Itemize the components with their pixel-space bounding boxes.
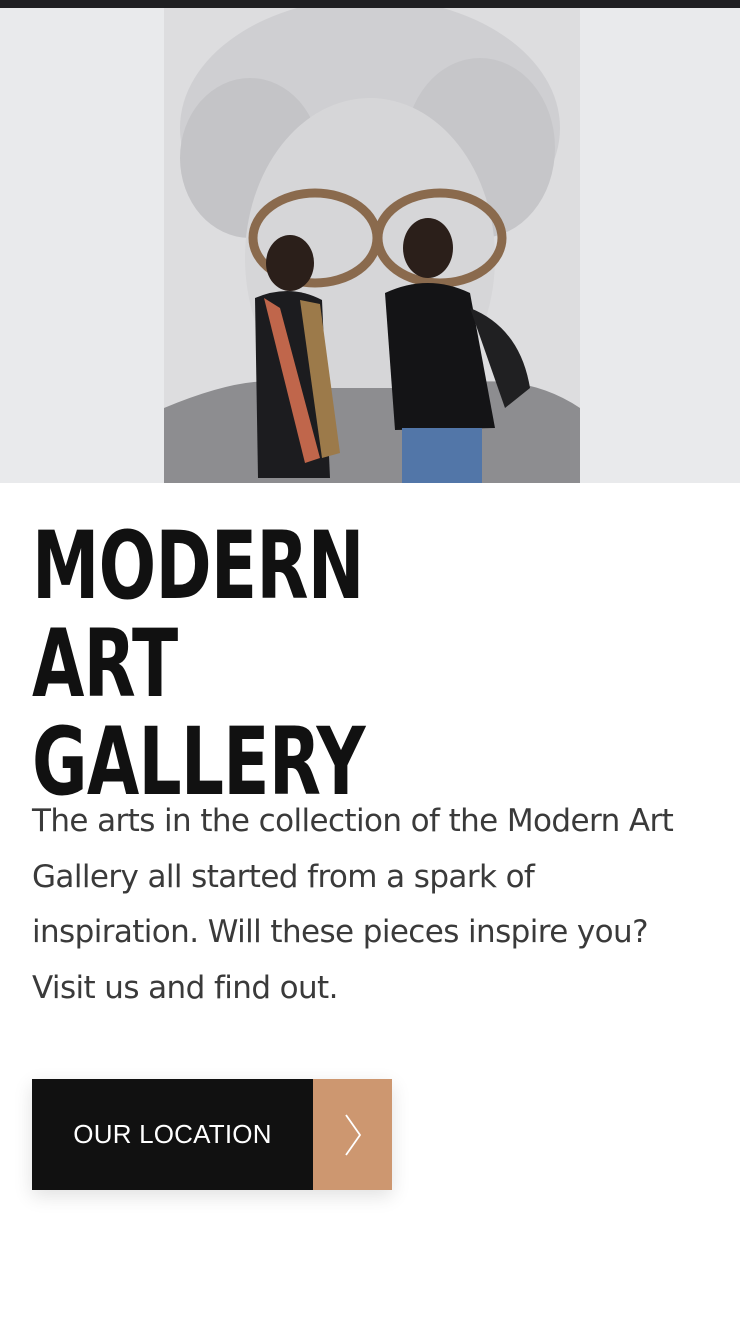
- our-location-label: OUR LOCATION: [32, 1079, 313, 1190]
- chevron-right-icon: [313, 1079, 392, 1190]
- our-location-button[interactable]: OUR LOCATION: [32, 1079, 392, 1190]
- hero-image: [0, 8, 740, 483]
- intro-description: The arts in the collection of the Modern…: [32, 803, 674, 1006]
- hero-artwork-illustration: [0, 8, 740, 483]
- top-bar: [0, 0, 740, 8]
- page-title: MODERN ART GALLERY: [32, 512, 366, 817]
